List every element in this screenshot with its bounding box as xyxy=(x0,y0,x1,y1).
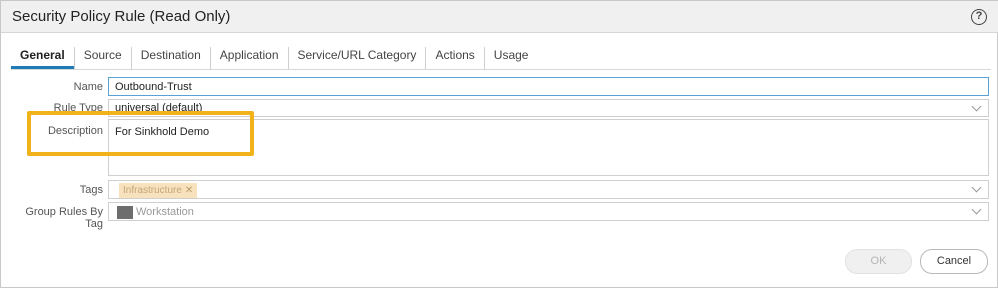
tags-label: Tags xyxy=(79,184,103,196)
name-field[interactable]: Outbound-Trust xyxy=(108,77,989,96)
description-value: For Sinkhold Demo xyxy=(115,126,210,138)
help-icon[interactable]: ? xyxy=(971,9,987,25)
name-field-value: Outbound-Trust xyxy=(115,81,192,93)
tag-chip: Infrastructure ✕ xyxy=(119,183,198,198)
group-rules-label: Group Rules By Tag xyxy=(25,206,103,230)
tab-general[interactable]: General xyxy=(11,47,75,69)
tab-service-url-category[interactable]: Service/URL Category xyxy=(289,47,427,69)
tag-remove-icon[interactable]: ✕ xyxy=(185,185,193,196)
tab-divider xyxy=(11,69,991,70)
name-label: Name xyxy=(73,81,103,93)
dialog-title: Security Policy Rule (Read Only) xyxy=(12,8,231,25)
tab-usage[interactable]: Usage xyxy=(485,47,538,69)
ok-button[interactable]: OK xyxy=(845,249,912,274)
tab-destination[interactable]: Destination xyxy=(132,47,211,69)
tab-actions[interactable]: Actions xyxy=(426,47,485,69)
tab-bar: General Source Destination Application S… xyxy=(11,47,537,69)
tag-chip-label: Infrastructure xyxy=(123,185,182,196)
tag-color-swatch xyxy=(117,206,133,219)
description-label: Description xyxy=(11,125,103,137)
chevron-down-icon xyxy=(971,204,982,215)
tab-application[interactable]: Application xyxy=(211,47,289,69)
dialog-titlebar: Security Policy Rule (Read Only) ? xyxy=(1,1,998,33)
group-rules-value: Workstation xyxy=(136,206,194,218)
tab-source[interactable]: Source xyxy=(75,47,132,69)
tags-select[interactable]: Infrastructure ✕ xyxy=(108,180,989,199)
chevron-down-icon xyxy=(971,101,982,112)
security-policy-dialog: Security Policy Rule (Read Only) ? Gener… xyxy=(0,0,998,288)
cancel-button[interactable]: Cancel xyxy=(920,249,988,274)
description-textarea[interactable]: For Sinkhold Demo xyxy=(108,119,989,176)
chevron-down-icon xyxy=(971,182,982,193)
rule-type-select[interactable]: universal (default) xyxy=(108,99,989,117)
group-rules-select[interactable]: Workstation xyxy=(108,202,989,221)
rule-type-value: universal (default) xyxy=(115,102,203,114)
rule-type-label: Rule Type xyxy=(53,102,103,114)
